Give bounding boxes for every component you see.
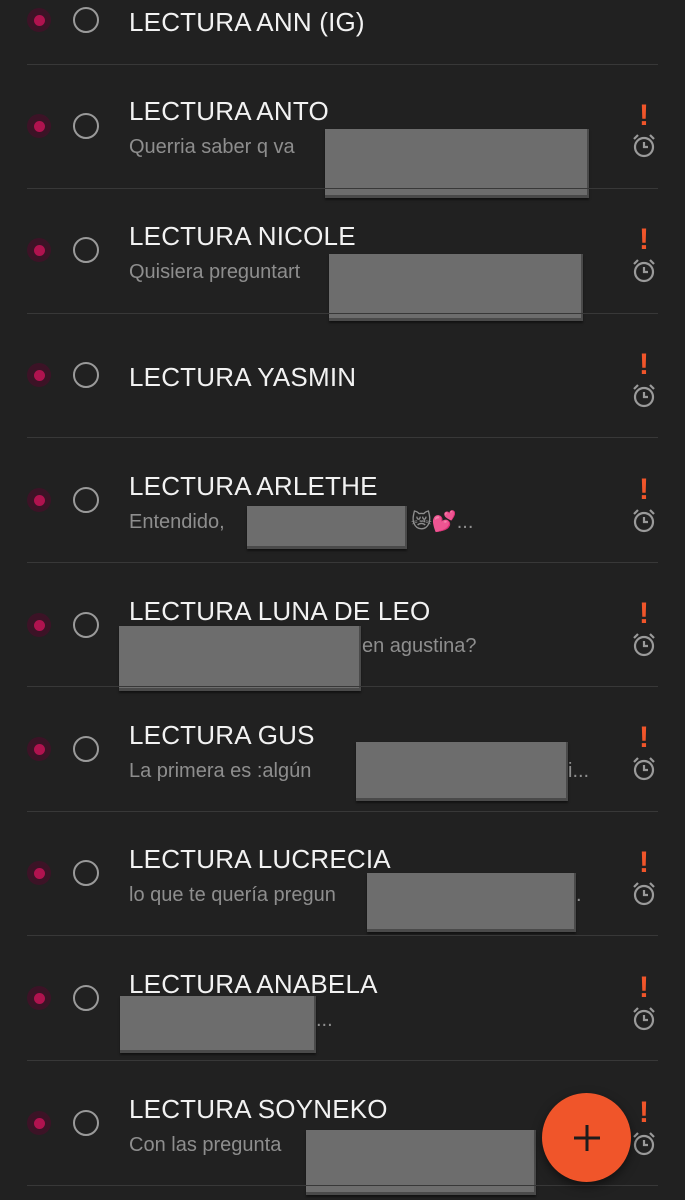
preview-text: Querria saber q va — [129, 136, 295, 158]
task-row[interactable]: LECTURA GUS La primera es :algún i... ! — [0, 687, 685, 812]
divider — [27, 1185, 658, 1186]
exclamation-icon: ! — [639, 597, 649, 630]
task-title: LECTURA ANN (IG) — [129, 7, 365, 37]
task-preview: Con las pregunta — [129, 1134, 282, 1156]
task-preview: lo que te quería pregun — [129, 884, 336, 906]
checkbox-circle-icon[interactable] — [73, 736, 99, 762]
alarm-clock-icon — [633, 384, 655, 408]
task-title: LECTURA ARLETHE — [129, 471, 378, 501]
preview-suffix: i... — [568, 760, 590, 782]
checkbox-circle-icon[interactable] — [73, 237, 99, 263]
task-preview: Querria saber q va — [129, 136, 295, 159]
exclamation-icon: ! — [639, 223, 649, 256]
priority-dot-icon — [27, 986, 51, 1010]
exclamation-icon: ! — [639, 99, 649, 132]
checkbox-circle-icon[interactable] — [73, 113, 99, 139]
alarm-clock-icon — [633, 633, 655, 657]
priority-dot-icon — [27, 861, 51, 885]
alarm-clock-icon — [633, 882, 655, 906]
redaction-block — [367, 873, 576, 932]
priority-dot-icon — [27, 8, 51, 32]
checkbox-circle-icon[interactable] — [73, 7, 99, 33]
priority-dot-icon — [27, 737, 51, 761]
exclamation-icon: ! — [639, 473, 649, 506]
priority-dot-icon — [27, 1111, 51, 1135]
task-title: LECTURA YASMIN — [129, 362, 357, 392]
priority-dot-icon — [27, 488, 51, 512]
task-title: LECTURA SOYNEKO — [129, 1094, 388, 1124]
task-row[interactable]: LECTURA LUNA DE LEO en agustina? ! — [0, 563, 685, 691]
exclamation-icon: ! — [639, 971, 649, 1004]
exclamation-icon: ! — [639, 846, 649, 879]
alarm-clock-icon — [633, 134, 655, 158]
task-row[interactable]: LECTURA LUCRECIA lo que te quería pregun… — [0, 812, 685, 936]
preview-suffix: . — [576, 884, 582, 906]
redaction-block — [356, 742, 568, 801]
task-title: LECTURA NICOLE — [129, 221, 356, 251]
priority-dot-icon — [27, 238, 51, 262]
redaction-block — [247, 506, 407, 549]
priority-dot-icon — [27, 114, 51, 138]
task-row[interactable]: LECTURA ANN (IG) — [0, 0, 685, 65]
task-preview: Quisiera preguntart — [129, 261, 301, 283]
alarm-clock-icon — [633, 1132, 655, 1156]
checkbox-circle-icon[interactable] — [73, 487, 99, 513]
checkbox-circle-icon[interactable] — [73, 362, 99, 388]
redaction-block — [119, 626, 361, 691]
add-task-button[interactable] — [542, 1093, 631, 1182]
task-title: LECTURA LUCRECIA — [129, 844, 391, 874]
preview-suffix: en agustina? — [362, 635, 477, 657]
preview-suffix: ... — [316, 1009, 333, 1031]
checkbox-circle-icon[interactable] — [73, 860, 99, 886]
task-row[interactable]: LECTURA YASMIN ! — [0, 314, 685, 438]
task-title: LECTURA LUNA DE LEO — [129, 596, 431, 626]
task-preview: La primera es :algún — [129, 760, 312, 782]
task-title: LECTURA GUS — [129, 720, 315, 750]
task-row[interactable]: LECTURA NICOLE Quisiera preguntart ! — [0, 189, 685, 321]
alarm-clock-icon — [633, 1007, 655, 1031]
task-title: LECTURA ANTO — [129, 96, 329, 126]
checkbox-circle-icon[interactable] — [73, 985, 99, 1011]
redaction-block — [329, 254, 583, 321]
redaction-block — [120, 996, 316, 1053]
plus-icon — [573, 1124, 600, 1151]
alarm-clock-icon — [633, 757, 655, 781]
task-row[interactable]: LECTURA ARLETHE Entendido, 😿💕... ! — [0, 438, 685, 563]
priority-dot-icon — [27, 363, 51, 387]
exclamation-icon: ! — [639, 721, 649, 754]
exclamation-icon: ! — [639, 348, 649, 381]
priority-dot-icon — [27, 613, 51, 637]
preview-suffix: 😿💕... — [411, 511, 474, 533]
task-row[interactable]: LECTURA ANABELA ... ! — [0, 936, 685, 1061]
alarm-clock-icon — [633, 509, 655, 533]
checkbox-circle-icon[interactable] — [73, 612, 99, 638]
exclamation-icon: ! — [639, 1096, 649, 1129]
task-row[interactable]: LECTURA ANTO Querria saber q va . ! — [0, 65, 685, 198]
alarm-clock-icon — [633, 259, 655, 283]
checkbox-circle-icon[interactable] — [73, 1110, 99, 1136]
task-preview: Entendido, — [129, 511, 225, 533]
